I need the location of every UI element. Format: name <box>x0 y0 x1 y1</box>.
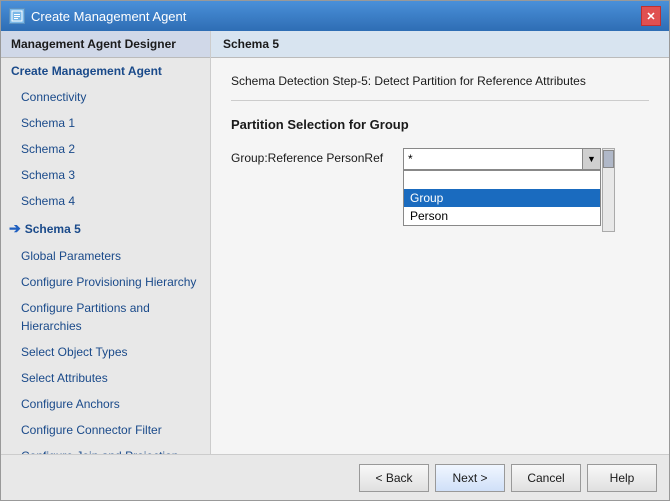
sidebar-item-configure-part[interactable]: Configure Partitions and Hierarchies <box>1 295 210 339</box>
dropdown-list: Group Person <box>403 170 601 226</box>
sidebar-item-configure-join[interactable]: Configure Join and Projection Rules <box>1 443 210 454</box>
close-button[interactable]: ✕ <box>641 6 661 26</box>
sidebar-item-schema4[interactable]: Schema 4 <box>1 188 210 214</box>
dropdown-option-empty[interactable] <box>404 171 600 189</box>
sidebar-item-configure-anchors[interactable]: Configure Anchors <box>1 391 210 417</box>
sidebar-item-select-attrs[interactable]: Select Attributes <box>1 365 210 391</box>
next-button[interactable]: Next > <box>435 464 505 492</box>
section-title: Partition Selection for Group <box>231 117 649 132</box>
field-label: Group:Reference PersonRef <box>231 148 391 165</box>
window-icon <box>9 8 25 24</box>
sidebar-item-schema2[interactable]: Schema 2 <box>1 136 210 162</box>
step-description: Schema Detection Step-5: Detect Partitio… <box>231 74 649 101</box>
sidebar-item-schema1[interactable]: Schema 1 <box>1 110 210 136</box>
sidebar-item-select-object[interactable]: Select Object Types <box>1 339 210 365</box>
help-button[interactable]: Help <box>587 464 657 492</box>
window-title: Create Management Agent <box>31 9 186 24</box>
title-bar: Create Management Agent ✕ <box>1 1 669 31</box>
panel-header: Schema 5 <box>211 31 669 58</box>
sidebar-item-connectivity[interactable]: Connectivity <box>1 84 210 110</box>
sidebar-item-global-params[interactable]: Global Parameters <box>1 243 210 269</box>
dropdown-option-person[interactable]: Person <box>404 207 600 225</box>
sidebar: Management Agent Designer Create Managem… <box>1 31 211 454</box>
panel-body: Schema Detection Step-5: Detect Partitio… <box>211 58 669 454</box>
main-content: Management Agent Designer Create Managem… <box>1 31 669 454</box>
right-panel: Schema 5 Schema Detection Step-5: Detect… <box>211 31 669 454</box>
window: Create Management Agent ✕ Management Age… <box>0 0 670 501</box>
sidebar-item-configure-prov[interactable]: Configure Provisioning Hierarchy <box>1 269 210 295</box>
sidebar-item-schema5[interactable]: ➔ Schema 5 <box>1 214 210 243</box>
sidebar-item-create-ma[interactable]: Create Management Agent <box>1 58 210 84</box>
field-row: Group:Reference PersonRef * ▼ Group <box>231 148 649 170</box>
sidebar-item-schema3[interactable]: Schema 3 <box>1 162 210 188</box>
cancel-button[interactable]: Cancel <box>511 464 581 492</box>
scrollbar[interactable] <box>602 148 615 232</box>
back-button[interactable]: < Back <box>359 464 429 492</box>
current-arrow-icon: ➔ <box>9 218 21 239</box>
scrollbar-thumb <box>603 150 614 168</box>
select-value: * <box>408 152 582 166</box>
sidebar-header: Management Agent Designer <box>1 31 210 58</box>
footer: < Back Next > Cancel Help <box>1 454 669 500</box>
dropdown-arrow-button[interactable]: ▼ <box>582 149 600 169</box>
sidebar-item-configure-filter[interactable]: Configure Connector Filter <box>1 417 210 443</box>
dropdown-option-group[interactable]: Group <box>404 189 600 207</box>
dropdown-wrapper: * ▼ Group Person <box>403 148 601 170</box>
group-reference-select[interactable]: * ▼ <box>403 148 601 170</box>
